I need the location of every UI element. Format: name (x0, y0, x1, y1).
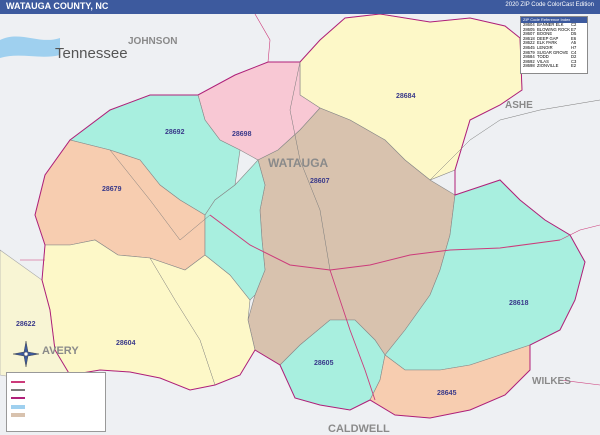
zip-label-28618: 28618 (509, 300, 529, 307)
neighbor-label-caldwell: CALDWELL (328, 423, 390, 435)
key-swatch (11, 413, 25, 417)
zip-label-28605: 28605 (314, 360, 334, 367)
map-edition: 2020 ZIP Code ColorCast Edition (505, 2, 594, 8)
zip-label-28622: 28622 (16, 321, 36, 328)
zip-label-28692: 28692 (165, 129, 185, 136)
neighbor-label-johnson: JOHNSON (128, 36, 177, 47)
legend-rows: 28604 BANNER ELK C2 28605 BLOWING ROCK E7 2860… (521, 22, 587, 69)
legend-grid: E2 (571, 63, 577, 69)
neighbor-label-wilkes: WILKES (532, 376, 571, 387)
state-label-tennessee: Tennessee (55, 45, 128, 62)
legend-zip: 28698 (523, 63, 535, 69)
key-line-road (11, 389, 25, 391)
zip-label-28645: 28645 (437, 390, 457, 397)
key-line-boundary (11, 397, 25, 399)
zip-label-28607: 28607 (310, 178, 330, 185)
key-line-highway (11, 381, 25, 383)
zip-label-28684: 28684 (396, 93, 416, 100)
map-key-box (6, 372, 106, 432)
neighbor-label-ashe: ASHE (505, 100, 533, 111)
neighbor-label-avery: AVERY (42, 345, 79, 357)
zip-reference-legend: ZIP Code Reference Index 28604 BANNER ELK… (520, 16, 588, 74)
title-bar: WATAUGA COUNTY, NC 2020 ZIP Code ColorCa… (0, 0, 600, 14)
zip-label-28679: 28679 (102, 186, 122, 193)
lake (0, 36, 60, 58)
legend-place: ZIONVILLE (537, 64, 559, 69)
zip-label-28698: 28698 (232, 131, 252, 138)
zip-label-28604: 28604 (116, 340, 136, 347)
map-title: WATAUGA COUNTY, NC (6, 1, 109, 11)
legend-row: 28698 ZIONVILLE E2 (521, 64, 587, 69)
key-line-water (11, 405, 25, 409)
compass-rose-icon (12, 340, 40, 368)
neighbor-road (254, 14, 271, 63)
county-label-watauga: WATAUGA (268, 156, 329, 170)
